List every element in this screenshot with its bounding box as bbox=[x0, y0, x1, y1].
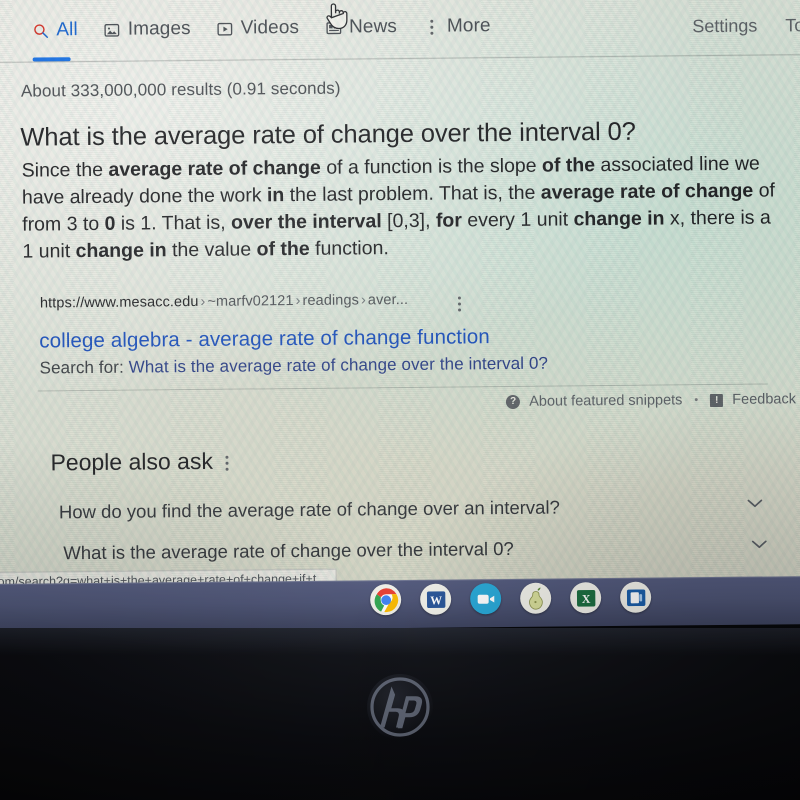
people-also-ask-item[interactable]: What is the average rate of change over … bbox=[63, 536, 767, 565]
office-icon[interactable] bbox=[620, 581, 652, 613]
snippet-divider bbox=[37, 383, 768, 392]
source-result-link[interactable]: college algebra - average rate of change… bbox=[39, 325, 490, 353]
kebab-icon bbox=[423, 18, 440, 35]
featured-snippet-body: Since the average rate of change of a fu… bbox=[21, 152, 776, 263]
laptop-screen: All Images Videos News More Settings Too… bbox=[0, 0, 800, 592]
settings-button[interactable]: Settings bbox=[692, 16, 757, 38]
source-host: https://www.mesacc.edu bbox=[39, 293, 199, 312]
source-url-breadcrumb[interactable]: https://www.mesacc.edu › ~marfv02121 › readi… bbox=[40, 292, 408, 312]
feedback-link[interactable]: Feedback bbox=[732, 391, 796, 408]
source-options-kebab-icon[interactable] bbox=[457, 296, 461, 312]
pear-icon[interactable] bbox=[520, 582, 552, 614]
people-also-ask-heading: People also ask bbox=[50, 447, 214, 476]
taskbar-icon-row: W X bbox=[370, 581, 652, 616]
snippet-footer: ? About featured snippets • ! Feedback bbox=[506, 391, 796, 410]
svg-text:W: W bbox=[430, 593, 442, 607]
result-stats: About 333,000,000 results (0.91 seconds) bbox=[20, 78, 341, 101]
feedback-icon[interactable]: ! bbox=[710, 393, 724, 407]
search-for-query: What is the average rate of change over … bbox=[128, 353, 549, 377]
search-nav-right: Settings Tool bbox=[692, 15, 800, 37]
tab-images-label: Images bbox=[127, 18, 191, 40]
source-search-for[interactable]: Search for: What is the average rate of … bbox=[40, 354, 549, 379]
video-icon bbox=[217, 20, 234, 37]
people-also-ask-kebab-icon[interactable] bbox=[224, 455, 229, 471]
chevron-down-icon[interactable] bbox=[751, 540, 767, 550]
news-icon bbox=[325, 19, 342, 36]
image-icon bbox=[104, 21, 121, 38]
video-call-icon[interactable] bbox=[470, 583, 502, 615]
svg-text:X: X bbox=[581, 591, 590, 605]
footer-separator: • bbox=[694, 394, 699, 407]
tools-button[interactable]: Tool bbox=[785, 15, 800, 36]
laptop-photo: All Images Videos News More Settings Too… bbox=[0, 0, 800, 800]
tab-more[interactable]: More bbox=[423, 15, 491, 38]
featured-snippet-title: What is the average rate of change over … bbox=[20, 117, 636, 152]
tab-all-label: All bbox=[56, 19, 78, 41]
chevron-down-icon[interactable] bbox=[747, 499, 763, 509]
source-crumb-0: ~marfv02121 bbox=[207, 293, 294, 310]
paa-question-label: How do you find the average rate of chan… bbox=[58, 496, 560, 523]
people-also-ask-item[interactable]: How do you find the average rate of chan… bbox=[58, 495, 763, 524]
search-for-label: Search for: bbox=[39, 357, 124, 378]
tab-news[interactable]: News bbox=[325, 16, 397, 39]
source-crumb-2: aver... bbox=[367, 291, 409, 309]
tab-images[interactable]: Images bbox=[104, 18, 191, 41]
chrome-icon[interactable] bbox=[370, 584, 402, 616]
search-icon bbox=[32, 22, 49, 39]
windows-taskbar: W X bbox=[0, 576, 800, 632]
source-crumb-1: readings bbox=[302, 292, 360, 309]
hp-logo bbox=[367, 674, 433, 740]
search-nav-tabs: All Images Videos News More bbox=[32, 15, 491, 41]
word-icon[interactable]: W bbox=[420, 583, 452, 615]
paa-question-label: What is the average rate of change over … bbox=[63, 537, 514, 564]
help-icon[interactable]: ? bbox=[506, 394, 521, 410]
tab-videos[interactable]: Videos bbox=[217, 17, 300, 40]
tab-videos-label: Videos bbox=[240, 16, 300, 39]
tab-more-label: More bbox=[446, 15, 491, 37]
excel-icon[interactable]: X bbox=[570, 582, 602, 614]
google-search-results-page: All Images Videos News More Settings Too… bbox=[0, 0, 800, 592]
about-featured-snippets-link[interactable]: About featured snippets bbox=[529, 392, 682, 409]
tab-all[interactable]: All bbox=[32, 19, 78, 41]
tab-news-label: News bbox=[348, 16, 398, 38]
laptop-bezel bbox=[0, 628, 800, 800]
